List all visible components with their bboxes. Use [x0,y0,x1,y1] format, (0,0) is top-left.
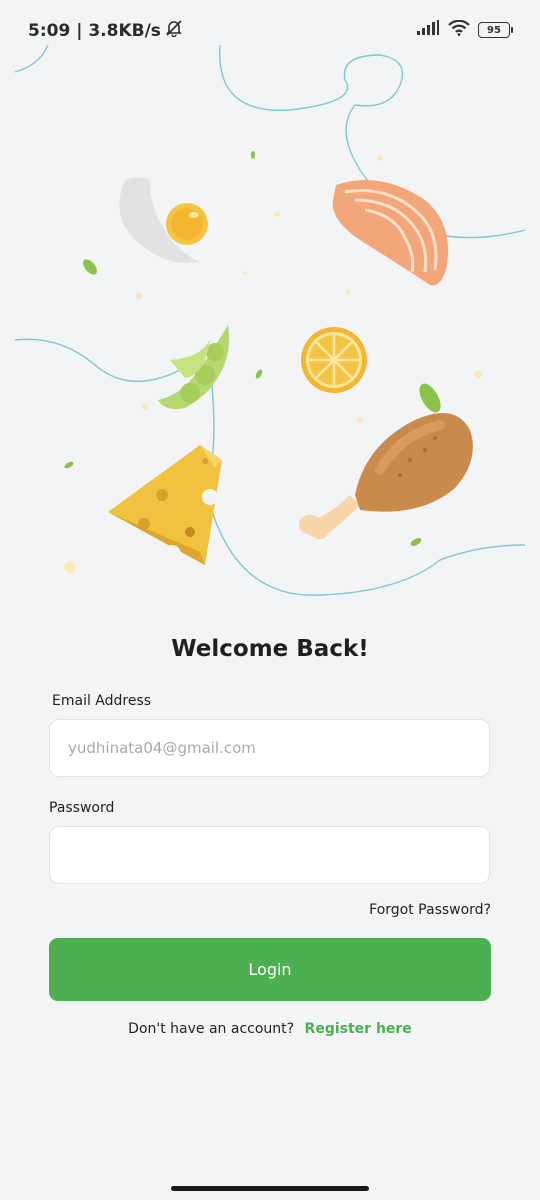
password-field[interactable] [49,826,490,884]
food-illustration [14,44,526,596]
lemon-slice [301,327,367,393]
forgot-password-link[interactable]: Forgot Password? [369,902,491,918]
cheese [108,445,222,565]
no-account-text: Don't have an account? [128,1021,295,1037]
battery-level: 95 [487,24,501,36]
login-button-label: Login [248,960,292,979]
password-label: Password [49,800,115,816]
chicken-leg [299,383,473,540]
battery-indicator: 95 [478,22,513,38]
edamame [158,325,230,409]
login-button[interactable]: Login [49,938,491,1001]
register-link[interactable]: Register here [305,1021,412,1037]
signal-icon [416,20,440,40]
salmon [332,180,449,286]
register-row: Don't have an account? Register here [0,1021,540,1037]
wifi-icon [448,19,470,40]
email-label: Email Address [52,693,152,709]
home-indicator[interactable] [171,1186,369,1191]
page-title: Welcome Back! [171,636,369,662]
status-time-speed: 5:09 | 3.8KB/s [28,20,161,41]
mute-bell-icon [165,19,183,42]
egg [119,177,208,264]
decor-line [14,44,49,73]
email-field[interactable] [49,719,490,777]
